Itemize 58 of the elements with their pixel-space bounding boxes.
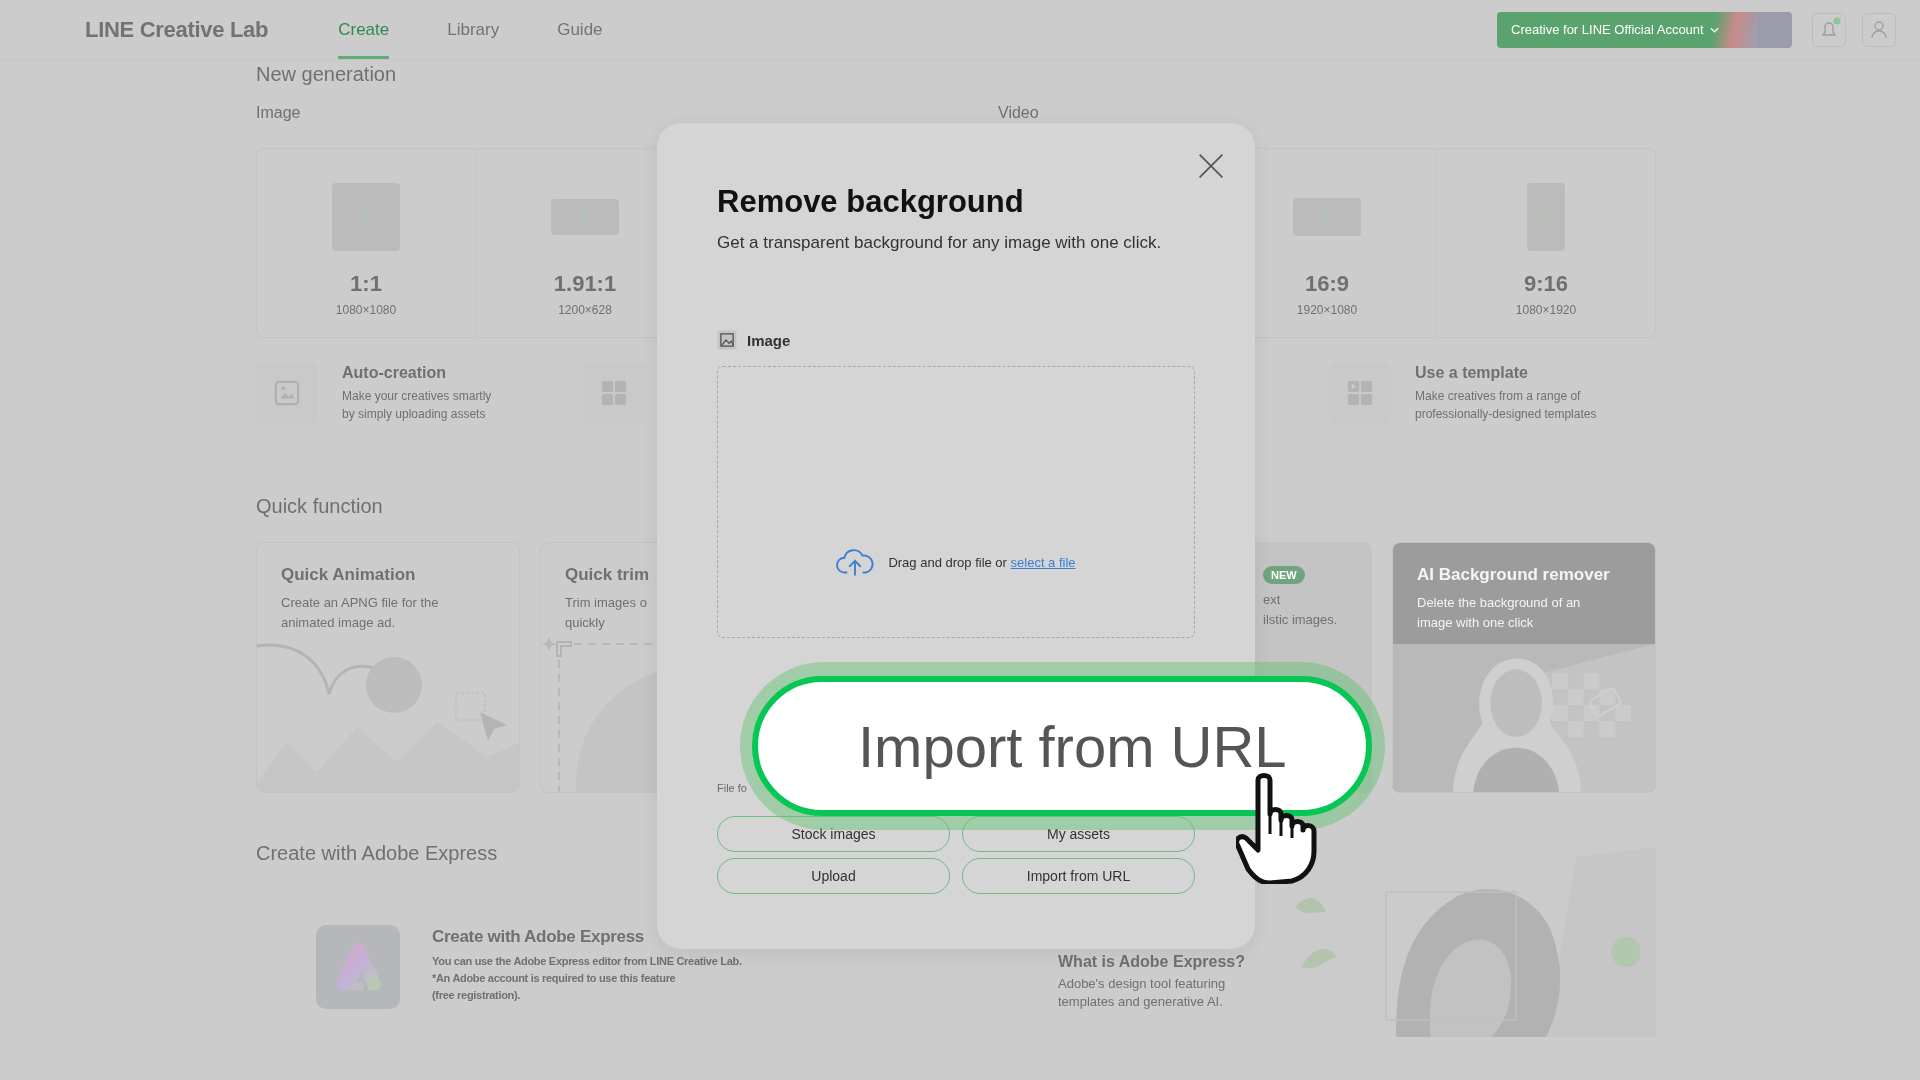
card-description: Create an APNG file for the animated image ad. xyxy=(281,594,440,632)
nav-tab[interactable]: Guide xyxy=(557,0,603,59)
card-description: Delete the background of an image with one click xyxy=(1417,594,1582,632)
option-title: Use a template xyxy=(1415,364,1529,382)
import-url-callout[interactable]: Import from URL xyxy=(752,676,1372,816)
format-ratio: 16:9 xyxy=(1304,271,1349,297)
format-thumbnail[interactable] xyxy=(551,199,619,235)
card-description: ext ilstic images. xyxy=(1263,591,1339,629)
card-title: AI Background remover xyxy=(1417,565,1611,585)
nav-tab[interactable]: Create xyxy=(338,0,390,59)
format-size: 1920×1080 xyxy=(1296,303,1358,317)
user-icon[interactable] xyxy=(1862,12,1896,47)
item-description: Adobe's design tool featuring templates and generative AI. xyxy=(1058,975,1227,1011)
card-title: Quick trim xyxy=(565,565,651,585)
format-size: 1200×628 xyxy=(558,303,612,317)
account-button[interactable]: Creative for LINE Official Account xyxy=(1497,11,1758,48)
item-title: What is Adobe Express? xyxy=(1058,953,1246,971)
format-size: 1080×1080 xyxy=(335,303,397,317)
format-ratio: 9:16 xyxy=(1523,271,1568,297)
drop-zone[interactable]: Drag and drop file or select a file xyxy=(717,366,1195,638)
section-title: New generation xyxy=(256,62,398,86)
image-icon xyxy=(717,330,737,350)
logo[interactable]: LINE Creative Lab xyxy=(85,16,269,43)
upload-cloud-icon xyxy=(836,547,875,577)
drop-zone-text: Drag and drop file or select a file xyxy=(888,554,1076,570)
option-description: Make your creatives smartly by simply uploading assets xyxy=(342,388,492,423)
notification-bell-icon[interactable] xyxy=(1812,12,1846,47)
format-size: 1080×1920 xyxy=(1515,303,1577,317)
switch-button[interactable] xyxy=(1758,11,1792,48)
select-file-link[interactable]: select a file xyxy=(1010,554,1076,570)
item-description: You can use the Adobe Express editor from LINE Creative Lab. *An Adobe account is required to use this feature (free registration). xyxy=(432,954,742,1003)
close-icon[interactable] xyxy=(1197,152,1225,180)
format-ratio: 1.91:1 xyxy=(553,271,617,297)
new-badge: NEW xyxy=(1263,566,1305,584)
card-description: Trim images o quickly xyxy=(565,594,648,632)
option-title: Auto-creation xyxy=(342,364,447,382)
feature-card[interactable]: Quick Animation Create an APNG file for the animated image ad. xyxy=(256,542,520,793)
group-label: Video xyxy=(998,104,1040,122)
app-logo-icon xyxy=(316,925,400,1009)
dialog-title: Remove background xyxy=(717,183,1025,221)
grid-icon xyxy=(1347,380,1373,406)
format-thumbnail[interactable] xyxy=(332,183,400,251)
feature-card[interactable]: AI Background remover Delete the background of an image with one click xyxy=(1392,542,1656,793)
file-format-note: File fo xyxy=(717,782,748,794)
card-title: Quick Animation xyxy=(281,565,417,585)
section-title: Create with Adobe Express xyxy=(256,841,499,865)
image-icon xyxy=(274,380,300,406)
field-label: Image xyxy=(747,331,791,349)
format-ratio: 1:1 xyxy=(350,271,382,297)
group-label: Image xyxy=(256,104,302,122)
item-title: Create with Adobe Express xyxy=(432,927,645,947)
dialog-subtitle: Get a transparent background for any image with one click. xyxy=(717,233,1163,253)
chevron-down-icon xyxy=(1709,26,1719,33)
option-description: Make creatives from a range of professionally-designed templates xyxy=(1415,388,1597,423)
format-thumbnail[interactable] xyxy=(1527,183,1565,251)
format-thumbnail[interactable] xyxy=(1293,198,1361,236)
section-title: Quick function xyxy=(256,494,384,518)
nav-tab[interactable]: Library xyxy=(447,0,500,59)
